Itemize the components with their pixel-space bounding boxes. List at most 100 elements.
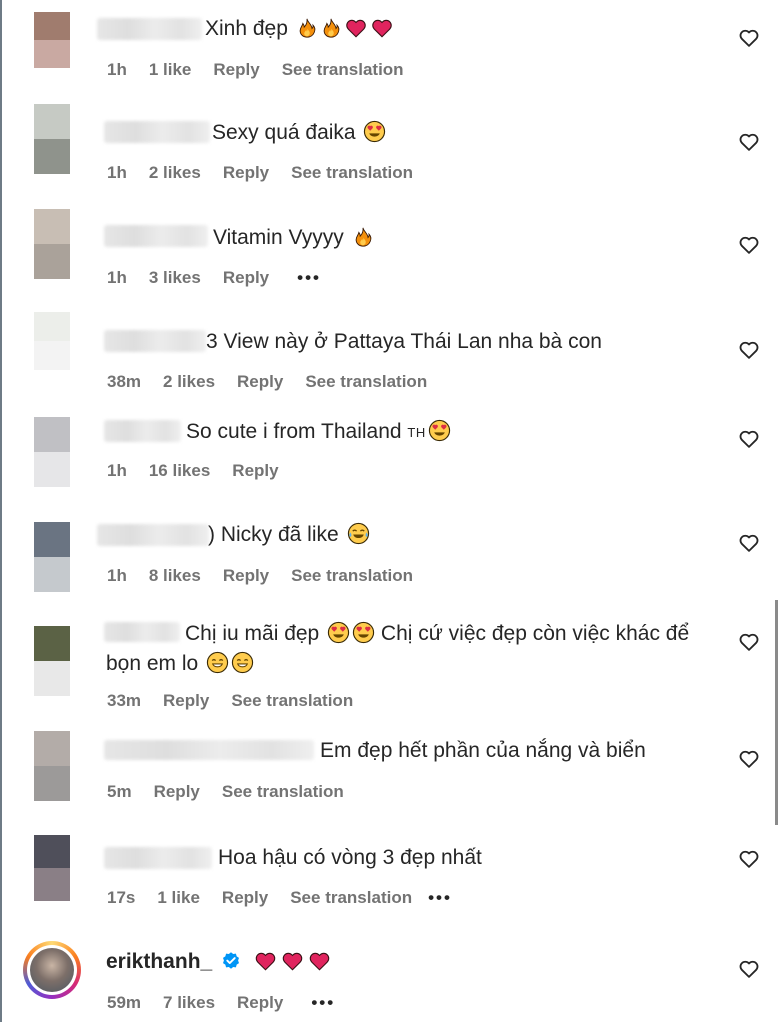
reply-button[interactable]: Reply bbox=[154, 782, 200, 802]
more-dots-icon[interactable]: ••• bbox=[311, 993, 335, 1013]
see-translation-button[interactable]: See translation bbox=[291, 566, 413, 586]
likes-count[interactable]: 16 likes bbox=[149, 461, 210, 481]
see-translation-button[interactable]: See translation bbox=[305, 372, 427, 392]
timestamp: 1h bbox=[107, 60, 127, 79]
see-translation-button[interactable]: See translation bbox=[231, 691, 353, 711]
comment-text: Vitamin Vyyyy bbox=[213, 223, 374, 253]
avatar bbox=[30, 948, 74, 992]
heart-eyes-icon bbox=[352, 621, 375, 644]
username-redacted[interactable] bbox=[97, 524, 209, 546]
likes-count[interactable]: 1 like bbox=[149, 60, 192, 80]
heart-eyes-icon bbox=[327, 621, 350, 644]
verified-badge-icon bbox=[221, 951, 241, 971]
username-redacted[interactable] bbox=[97, 18, 202, 40]
heart-outline-icon[interactable] bbox=[738, 748, 760, 770]
avatar[interactable] bbox=[34, 312, 70, 370]
avatar[interactable] bbox=[34, 626, 70, 696]
fire-icon bbox=[352, 226, 374, 248]
more-dots-icon[interactable]: ••• bbox=[297, 268, 321, 288]
reply-button[interactable]: Reply bbox=[163, 691, 209, 711]
see-translation-button[interactable]: See translation bbox=[291, 163, 413, 183]
timestamp: 1h bbox=[107, 268, 127, 287]
reply-button[interactable]: Reply bbox=[223, 268, 269, 288]
timestamp: 38m bbox=[107, 372, 142, 391]
heart-outline-icon[interactable] bbox=[738, 428, 760, 450]
comment-text: Xinh đẹp bbox=[205, 14, 394, 44]
comment-meta: 38m 2 likes Reply See translation bbox=[107, 372, 449, 392]
red-heart-icon bbox=[370, 17, 394, 39]
reply-button[interactable]: Reply bbox=[223, 566, 269, 586]
comment-text: Hoa hậu có vòng 3 đẹp nhất bbox=[218, 846, 482, 869]
tears-of-joy-icon bbox=[347, 522, 370, 545]
heart-outline-icon[interactable] bbox=[738, 532, 760, 554]
flag-th: TH bbox=[407, 425, 426, 440]
red-heart-icon bbox=[307, 950, 332, 972]
fire-icon bbox=[320, 17, 342, 39]
timestamp: 1h bbox=[107, 566, 127, 585]
username-redacted[interactable] bbox=[104, 740, 314, 760]
window-edge bbox=[0, 0, 2, 1022]
avatar[interactable] bbox=[34, 209, 70, 279]
username-redacted[interactable] bbox=[104, 330, 206, 352]
likes-count[interactable]: 2 likes bbox=[149, 163, 201, 183]
reply-button[interactable]: Reply bbox=[222, 888, 268, 908]
comment-meta: 1h 2 likes Reply See translation bbox=[107, 163, 435, 183]
comment-meta: 1h 16 likes Reply bbox=[107, 461, 301, 481]
heart-outline-icon[interactable] bbox=[738, 131, 760, 153]
likes-count[interactable]: 2 likes bbox=[163, 372, 215, 392]
more-dots-icon[interactable]: ••• bbox=[428, 888, 452, 908]
timestamp: 5m bbox=[107, 782, 132, 801]
username-redacted[interactable] bbox=[104, 121, 210, 143]
heart-outline-icon[interactable] bbox=[738, 958, 760, 980]
comment-meta: 1h 1 like Reply See translation bbox=[107, 60, 426, 80]
see-translation-button[interactable]: See translation bbox=[290, 888, 412, 908]
reply-button[interactable]: Reply bbox=[237, 372, 283, 392]
likes-count[interactable]: 3 likes bbox=[149, 268, 201, 288]
reply-button[interactable]: Reply bbox=[232, 461, 278, 481]
username-redacted[interactable] bbox=[104, 420, 181, 442]
heart-outline-icon[interactable] bbox=[738, 339, 760, 361]
comment-text: Sexy quá đaika bbox=[212, 118, 386, 148]
comment-text: Chị iu mãi đẹp Chị cứ việc đẹp còn việc … bbox=[185, 621, 690, 645]
avatar[interactable] bbox=[34, 522, 70, 592]
heart-outline-icon[interactable] bbox=[738, 848, 760, 870]
avatar[interactable] bbox=[34, 417, 70, 487]
avatar[interactable] bbox=[34, 835, 70, 901]
reply-button[interactable]: Reply bbox=[213, 60, 259, 80]
heart-eyes-icon bbox=[363, 120, 386, 143]
comment-meta: 1h 3 likes Reply ••• bbox=[107, 268, 343, 288]
likes-count[interactable]: 8 likes bbox=[149, 566, 201, 586]
reply-button[interactable]: Reply bbox=[223, 163, 269, 183]
comment-meta: 17s 1 like Reply See translation ••• bbox=[107, 888, 474, 908]
avatar[interactable] bbox=[34, 731, 70, 801]
timestamp: 1h bbox=[107, 163, 127, 182]
comment-text: Em đẹp hết phần của nắng và biển bbox=[320, 739, 646, 762]
comment-meta: 1h 8 likes Reply See translation bbox=[107, 566, 435, 586]
scrollbar[interactable] bbox=[775, 600, 778, 825]
avatar-story-ring[interactable] bbox=[23, 941, 81, 999]
comment-meta: 59m 7 likes Reply ••• bbox=[107, 993, 357, 1013]
timestamp: 1h bbox=[107, 461, 127, 480]
heart-outline-icon[interactable] bbox=[738, 27, 760, 49]
timestamp: 59m bbox=[107, 993, 142, 1012]
fire-icon bbox=[296, 17, 318, 39]
see-translation-button[interactable]: See translation bbox=[222, 782, 344, 802]
heart-eyes-icon bbox=[428, 419, 451, 442]
red-heart-icon bbox=[280, 950, 305, 972]
username[interactable]: erikthanh_ bbox=[106, 950, 212, 973]
comment-text: ) Nicky đã like bbox=[208, 520, 370, 550]
heart-outline-icon[interactable] bbox=[738, 631, 760, 653]
comment-text: 3 View này ở Pattaya Thái Lan nha bà con bbox=[206, 330, 602, 353]
heart-outline-icon[interactable] bbox=[738, 234, 760, 256]
avatar[interactable] bbox=[34, 12, 70, 68]
likes-count[interactable]: 1 like bbox=[157, 888, 200, 908]
username-redacted[interactable] bbox=[104, 225, 208, 247]
smiling-eyes-icon bbox=[231, 651, 254, 674]
username-redacted[interactable] bbox=[104, 622, 180, 642]
username-redacted[interactable] bbox=[104, 847, 212, 869]
timestamp: 33m bbox=[107, 691, 142, 710]
likes-count[interactable]: 7 likes bbox=[163, 993, 215, 1013]
reply-button[interactable]: Reply bbox=[237, 993, 283, 1013]
see-translation-button[interactable]: See translation bbox=[282, 60, 404, 80]
avatar[interactable] bbox=[34, 104, 70, 174]
